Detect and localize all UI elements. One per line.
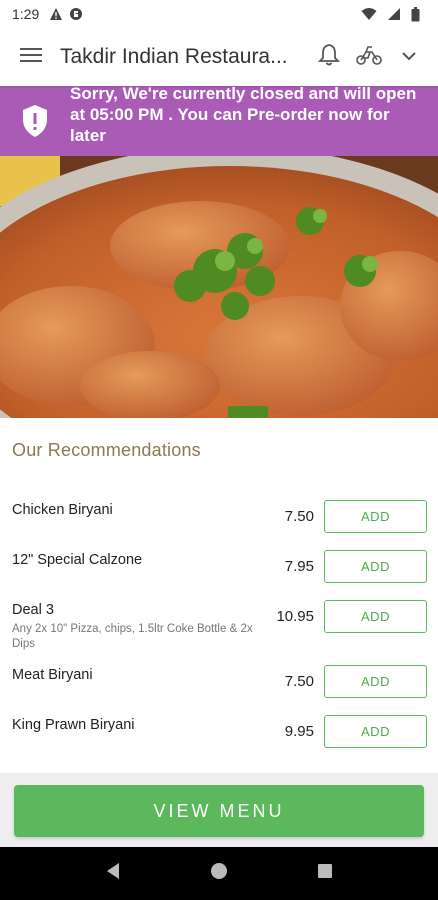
recents-button[interactable] — [305, 854, 345, 894]
list-item: Meat Biryani 7.50 ADD — [0, 665, 438, 717]
add-button[interactable]: ADD — [324, 715, 427, 748]
list-item: Deal 3 Any 2x 10" Pizza, chips, 1.5ltr C… — [0, 600, 438, 662]
home-button[interactable] — [199, 854, 239, 894]
list-item: Chicken Biryani 7.50 ADD — [0, 500, 438, 552]
hero-image — [0, 156, 438, 418]
warning-icon — [49, 7, 63, 21]
item-name: Meat Biryani — [12, 667, 93, 683]
add-button[interactable]: ADD — [324, 500, 427, 533]
list-item: King Prawn Biryani 9.95 ADD — [0, 715, 438, 767]
delivery-icon — [355, 44, 383, 71]
item-description: Any 2x 10" Pizza, chips, 1.5ltr Coke Bot… — [12, 623, 253, 650]
add-button[interactable]: ADD — [324, 550, 427, 583]
item-name: Chicken Biryani — [12, 502, 113, 518]
item-price: 7.50 — [284, 508, 314, 525]
notifications-button[interactable] — [314, 42, 344, 72]
wifi-icon — [361, 7, 377, 21]
closed-banner: Sorry, We're currently closed and will o… — [0, 86, 438, 156]
menu-button[interactable] — [14, 40, 48, 74]
item-price: 7.50 — [284, 673, 314, 690]
battery-icon — [411, 6, 420, 22]
status-bar: 1:29 — [0, 0, 438, 28]
item-name: King Prawn Biryani — [12, 717, 135, 733]
bottom-action-area: VIEW MENU — [0, 773, 438, 847]
status-time: 1:29 — [12, 6, 40, 22]
item-price: 9.95 — [284, 723, 314, 740]
data-saver-icon — [69, 7, 83, 21]
item-price: 10.95 — [276, 608, 314, 625]
home-icon — [210, 862, 228, 885]
shield-alert-icon — [0, 86, 70, 156]
item-price: 7.95 — [284, 558, 314, 575]
list-item: 12" Special Calzone 7.95 ADD — [0, 550, 438, 602]
section-title: Our Recommendations — [12, 440, 201, 460]
banner-text: Sorry, We're currently closed and will o… — [70, 86, 417, 145]
menu-icon — [20, 47, 42, 68]
system-nav-bar — [0, 847, 438, 900]
recommendations-section: Our Recommendations Chicken Biryani 7.50… — [0, 418, 438, 773]
app-bar: Takdir Indian Restaura... — [0, 28, 438, 86]
add-button[interactable]: ADD — [324, 600, 427, 633]
app-actions — [314, 42, 424, 72]
signal-icon — [387, 7, 401, 21]
chevron-down-icon — [402, 48, 416, 66]
add-button[interactable]: ADD — [324, 665, 427, 698]
bell-icon — [317, 43, 341, 72]
page-title: Takdir Indian Restaura... — [60, 45, 288, 68]
item-name: Deal 3 — [12, 602, 54, 618]
status-right — [361, 6, 426, 22]
food-photo — [0, 156, 438, 418]
recents-icon — [317, 863, 333, 884]
back-icon — [105, 862, 121, 885]
delivery-mode-button[interactable] — [354, 42, 384, 72]
back-button[interactable] — [93, 854, 133, 894]
view-menu-button[interactable]: VIEW MENU — [14, 785, 424, 837]
item-name: 12" Special Calzone — [12, 552, 143, 568]
dropdown-button[interactable] — [394, 42, 424, 72]
